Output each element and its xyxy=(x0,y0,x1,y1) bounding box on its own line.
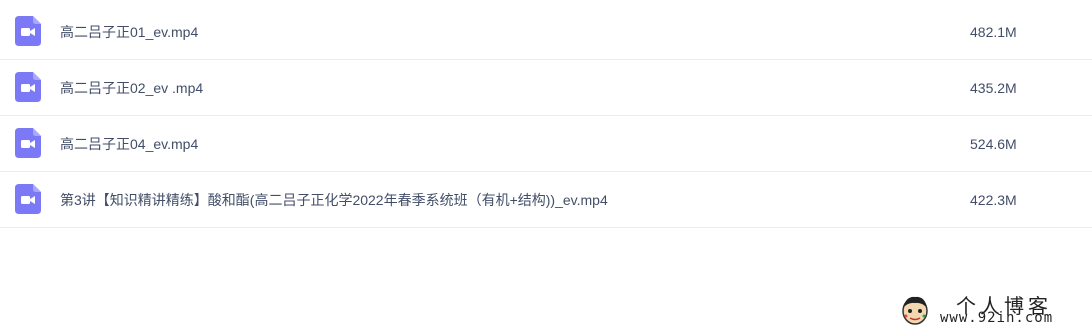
file-size: 524.6M xyxy=(970,136,1017,152)
avatar-icon xyxy=(902,296,928,325)
video-file-icon xyxy=(15,128,41,158)
file-size: 482.1M xyxy=(970,24,1017,40)
file-row[interactable]: 第3讲【知识精讲精练】酸和酯(高二吕子正化学2022年春季系统班（有机+结构))… xyxy=(0,172,1092,228)
file-list: 高二吕子正01_ev.mp4 482.1M 高二吕子正02_ev .mp4 43… xyxy=(0,4,1092,228)
watermark: 个人博客 www.92in.com xyxy=(900,290,1090,330)
file-size: 422.3M xyxy=(970,192,1017,208)
file-name[interactable]: 高二吕子正01_ev.mp4 xyxy=(60,4,198,60)
file-name[interactable]: 高二吕子正02_ev .mp4 xyxy=(60,60,203,116)
file-name[interactable]: 高二吕子正04_ev.mp4 xyxy=(60,116,198,172)
video-file-icon xyxy=(15,72,41,102)
file-size: 435.2M xyxy=(970,80,1017,96)
file-name[interactable]: 第3讲【知识精讲精练】酸和酯(高二吕子正化学2022年春季系统班（有机+结构))… xyxy=(60,172,608,228)
file-row[interactable]: 高二吕子正02_ev .mp4 435.2M xyxy=(0,60,1092,116)
video-file-icon xyxy=(15,184,41,214)
watermark-url: www.92in.com xyxy=(940,310,1054,326)
file-row[interactable]: 高二吕子正01_ev.mp4 482.1M xyxy=(0,4,1092,60)
file-row[interactable]: 高二吕子正04_ev.mp4 524.6M xyxy=(0,116,1092,172)
video-file-icon xyxy=(15,16,41,46)
